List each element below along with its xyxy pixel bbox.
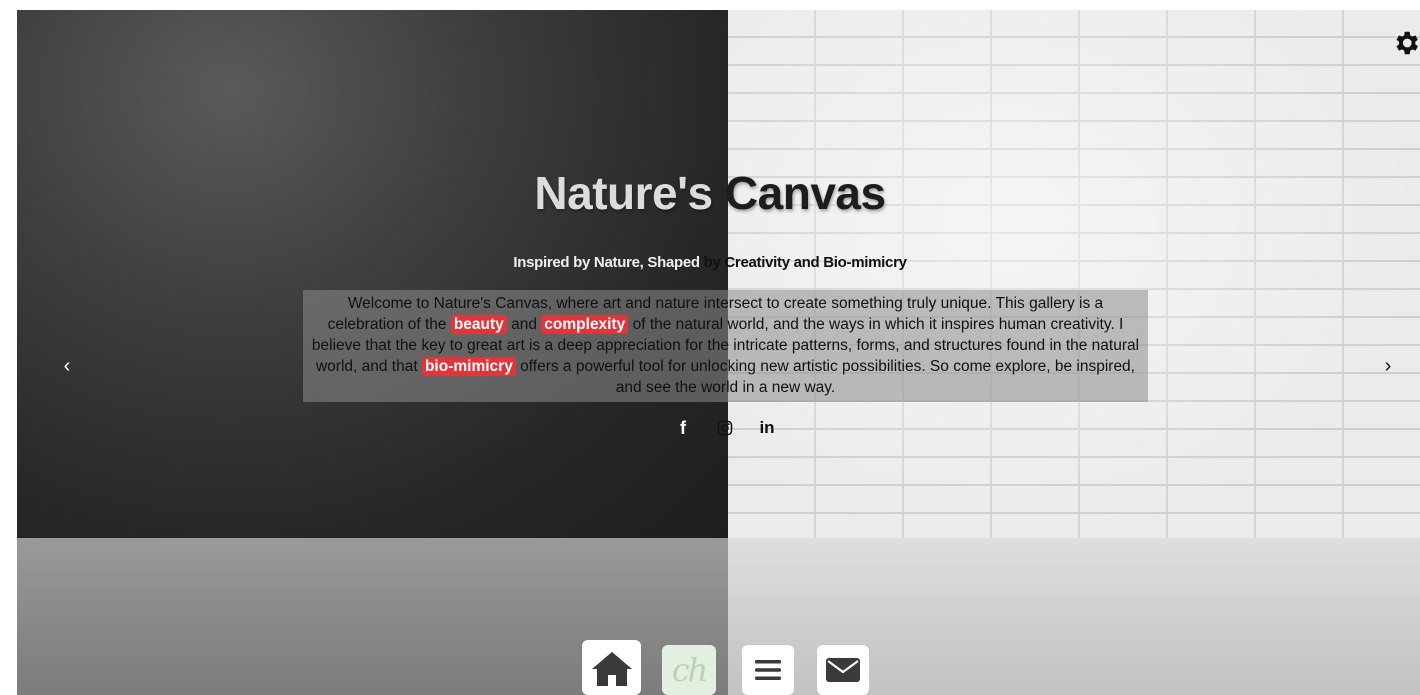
carousel-next-button[interactable]: ›: [1378, 354, 1398, 378]
highlight-complexity: complexity: [541, 315, 629, 334]
linkedin-icon[interactable]: in: [756, 417, 778, 439]
page-subtitle: Inspired by Nature, Shaped by Creativity…: [0, 254, 1420, 271]
instagram-icon[interactable]: [714, 417, 736, 439]
carousel-prev-button[interactable]: ‹: [57, 354, 77, 378]
page-title: Nature's Canvas: [0, 166, 1420, 220]
subtitle-part-left: Inspired by Nature, Shaped: [513, 254, 704, 271]
nav-home-button[interactable]: [582, 640, 641, 695]
nav-menu-button[interactable]: [742, 645, 794, 695]
intro-text: and: [506, 316, 542, 333]
title-part-right: Canvas: [712, 167, 886, 219]
envelope-icon: [826, 658, 860, 682]
nav-contact-button[interactable]: [817, 645, 869, 695]
social-links: f in: [672, 417, 778, 439]
facebook-icon[interactable]: f: [672, 417, 694, 439]
hamburger-icon: [755, 660, 781, 680]
subtitle-part-right: by Creativity and Bio-mimicry: [703, 254, 907, 271]
brick-wall-background: [728, 10, 1420, 540]
highlight-beauty: beauty: [450, 315, 507, 334]
settings-gear-icon[interactable]: [1391, 28, 1420, 58]
site-logo: ch: [671, 651, 709, 689]
bottom-navigation: ch: [582, 640, 872, 695]
home-icon: [591, 651, 632, 686]
nav-logo-button[interactable]: ch: [662, 645, 716, 695]
title-part-left: Nature's: [534, 167, 713, 219]
dark-wall-background: [17, 10, 728, 540]
intro-text-box: Welcome to Nature's Canvas, where art an…: [303, 290, 1148, 402]
intro-text: offers a powerful tool for unlocking new…: [515, 358, 1135, 396]
highlight-bio-mimicry: bio-mimicry: [421, 357, 516, 376]
